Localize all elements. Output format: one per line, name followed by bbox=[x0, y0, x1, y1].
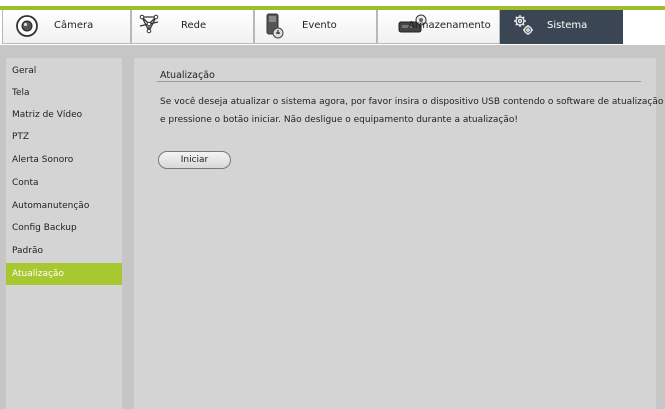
tab-camera-label: Câmera bbox=[54, 20, 94, 31]
gears-icon bbox=[513, 14, 535, 42]
tab-storage-label: Armazenamento bbox=[408, 20, 491, 31]
sidebar-item-tela[interactable]: Tela bbox=[6, 82, 122, 104]
tab-network-label: Rede bbox=[181, 20, 207, 31]
tab-network[interactable]: Rede bbox=[131, 10, 254, 44]
main-content-area bbox=[134, 58, 656, 409]
sidebar-item-label: PTZ bbox=[12, 132, 30, 142]
sidebar-item-matriz-de-video[interactable]: Matriz de Vídeo bbox=[6, 104, 122, 126]
sidebar-item-config-backup[interactable]: Config Backup bbox=[6, 217, 122, 239]
sidebar-item-label: Geral bbox=[12, 66, 37, 76]
section-title: Atualização bbox=[160, 70, 215, 81]
camera-icon bbox=[15, 14, 39, 42]
sidebar-item-label: Matriz de Vídeo bbox=[12, 110, 83, 120]
tab-system-label: Sistema bbox=[547, 20, 588, 31]
tab-system[interactable]: Sistema bbox=[500, 10, 623, 44]
sidebar-item-label: Config Backup bbox=[12, 223, 77, 233]
sidebar-item-automanutencao[interactable]: Automanutenção bbox=[6, 195, 122, 217]
sidebar-item-label: Padrão bbox=[12, 246, 43, 256]
sidebar-item-label: Tela bbox=[12, 88, 30, 98]
sidebar-item-padrao[interactable]: Padrão bbox=[6, 240, 122, 262]
tab-event-label: Evento bbox=[302, 20, 337, 31]
network-icon bbox=[137, 12, 161, 40]
tab-event[interactable]: Evento bbox=[254, 10, 377, 44]
sidebar-item-label: Automanutenção bbox=[12, 201, 90, 211]
section-divider bbox=[157, 81, 641, 82]
update-instructions-line1: Se você deseja atualizar o sistema agora… bbox=[160, 97, 664, 107]
sidebar: Geral Tela Matriz de Vídeo PTZ Alerta So… bbox=[0, 54, 130, 409]
sidebar-item-geral[interactable]: Geral bbox=[6, 60, 122, 82]
sidebar-item-conta[interactable]: Conta bbox=[6, 172, 122, 194]
sidebar-item-label: Atualização bbox=[12, 269, 64, 279]
event-icon bbox=[263, 13, 285, 43]
tab-camera[interactable]: Câmera bbox=[2, 10, 131, 44]
sidebar-item-label: Conta bbox=[12, 178, 39, 188]
update-instructions-line2: e pressione o botão iniciar. Não desligu… bbox=[160, 115, 518, 125]
sidebar-item-ptz[interactable]: PTZ bbox=[6, 126, 122, 148]
app-window: Câmera Rede Evento Armazenamento Sistema… bbox=[0, 0, 665, 409]
main-panel bbox=[130, 54, 665, 409]
sidebar-item-alerta-sonoro[interactable]: Alerta Sonoro bbox=[6, 149, 122, 171]
top-tab-bar: Câmera Rede Evento Armazenamento Sistema bbox=[0, 0, 665, 45]
header-separator bbox=[0, 45, 665, 54]
sidebar-item-label: Alerta Sonoro bbox=[12, 155, 74, 165]
sidebar-item-atualizacao[interactable]: Atualização bbox=[6, 263, 122, 285]
tab-storage[interactable]: Armazenamento bbox=[377, 10, 500, 44]
start-update-button[interactable]: Iniciar bbox=[158, 151, 231, 169]
